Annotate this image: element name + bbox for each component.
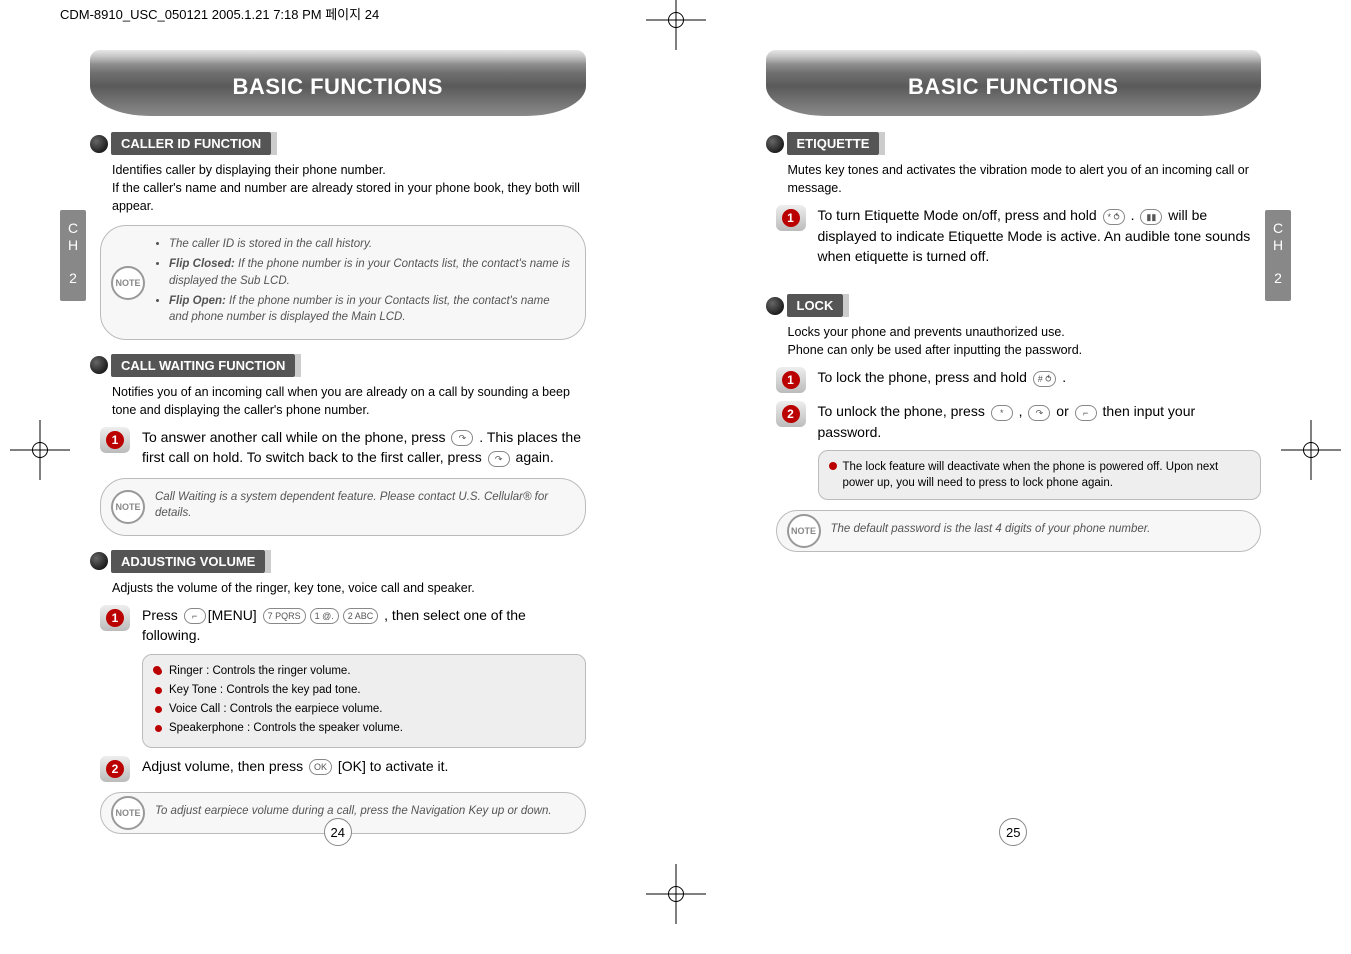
lock-step-2: 2 To unlock the phone, press * , ↷ or ⌐ … xyxy=(776,401,1262,442)
lock-info: The lock feature will deactivate when th… xyxy=(818,450,1262,500)
hash-key-icon: # ⥀ xyxy=(1033,371,1057,387)
volume-option: Ringer : Controls the ringer volume. xyxy=(169,663,573,679)
adjusting-volume-step-1: 1 Press ⌐[MENU] 7 PQRS1 @.2 ABC , then s… xyxy=(100,605,586,646)
chapter-tab-left: CH2 xyxy=(60,210,86,301)
volume-options: Ringer : Controls the ringer volume. Key… xyxy=(142,654,586,748)
key-2-icon: 2 ABC xyxy=(343,608,379,624)
send-key-icon: ↷ xyxy=(451,430,473,446)
step-badge-2: 2 xyxy=(776,401,806,427)
lock-body: Locks your phone and prevents unauthoriz… xyxy=(788,323,1262,359)
heading-adjusting-volume: ADJUSTING VOLUME xyxy=(111,550,265,573)
page-right: CH2 BASIC FUNCTIONS ETIQUETTE Mutes key … xyxy=(676,30,1351,850)
note-icon: NOTE xyxy=(111,796,145,830)
page-title-left: BASIC FUNCTIONS xyxy=(90,50,586,116)
vibrate-icon: ▮▮ xyxy=(1140,209,1162,225)
note-item: Flip Open: If the phone number is in you… xyxy=(169,293,571,325)
ok-key-icon: OK xyxy=(309,759,332,775)
print-header: CDM-8910_USC_050121 2005.1.21 7:18 PM 페이… xyxy=(60,0,379,27)
volume-option: Key Tone : Controls the key pad tone. xyxy=(169,682,573,698)
bullet-icon xyxy=(766,297,784,315)
volume-option: Speakerphone : Controls the speaker volu… xyxy=(169,720,573,736)
call-waiting-note: NOTE Call Waiting is a system dependent … xyxy=(100,478,586,536)
bullet-icon xyxy=(90,552,108,570)
section-caller-id: CALLER ID FUNCTION xyxy=(90,132,586,155)
section-lock: LOCK xyxy=(766,294,1262,317)
volume-option: Voice Call : Controls the earpiece volum… xyxy=(169,701,573,717)
heading-etiquette: ETIQUETTE xyxy=(787,132,880,155)
call-waiting-body: Notifies you of an incoming call when yo… xyxy=(112,383,586,419)
step-badge-1: 1 xyxy=(776,205,806,231)
lock-note: NOTE The default password is the last 4 … xyxy=(776,510,1262,552)
note-icon: NOTE xyxy=(111,266,145,300)
send-key-icon: ↷ xyxy=(1028,405,1050,421)
note-icon: NOTE xyxy=(787,514,821,548)
section-adjusting-volume: ADJUSTING VOLUME xyxy=(90,550,586,573)
chapter-tab-right: CH2 xyxy=(1265,210,1291,301)
soft-left-key-icon: ⌐ xyxy=(1075,405,1097,421)
key-1-icon: 1 @. xyxy=(310,608,339,624)
adjusting-volume-body: Adjusts the volume of the ringer, key to… xyxy=(112,579,586,597)
page-number-left: 24 xyxy=(324,818,352,846)
soft-left-key-icon: ⌐ xyxy=(184,608,206,624)
note-icon: NOTE xyxy=(111,490,145,524)
section-etiquette: ETIQUETTE xyxy=(766,132,1262,155)
bullet-icon xyxy=(90,356,108,374)
step-badge-1: 1 xyxy=(100,427,130,453)
page-left: CH2 BASIC FUNCTIONS CALLER ID FUNCTION I… xyxy=(0,30,676,850)
star-key-icon: * ⥀ xyxy=(1103,209,1125,225)
page-title-right: BASIC FUNCTIONS xyxy=(766,50,1262,116)
registration-mark-bottom xyxy=(646,864,706,924)
key-7-icon: 7 PQRS xyxy=(263,608,306,624)
page-spread: CH2 BASIC FUNCTIONS CALLER ID FUNCTION I… xyxy=(0,30,1351,850)
caller-id-note: NOTE The caller ID is stored in the call… xyxy=(100,225,586,339)
step-badge-1: 1 xyxy=(776,367,806,393)
adjusting-volume-step-2: 2 Adjust volume, then press OK [OK] to a… xyxy=(100,756,586,782)
call-waiting-step-1: 1 To answer another call while on the ph… xyxy=(100,427,586,468)
page-number-right: 25 xyxy=(999,818,1027,846)
etiquette-step-1: 1 To turn Etiquette Mode on/off, press a… xyxy=(776,205,1262,266)
bullet-icon xyxy=(90,135,108,153)
step-badge-1: 1 xyxy=(100,605,130,631)
bullet-icon xyxy=(766,135,784,153)
section-call-waiting: CALL WAITING FUNCTION xyxy=(90,354,586,377)
etiquette-body: Mutes key tones and activates the vibrat… xyxy=(788,161,1262,197)
star-key-icon: * xyxy=(991,405,1013,421)
heading-caller-id: CALLER ID FUNCTION xyxy=(111,132,271,155)
heading-lock: LOCK xyxy=(787,294,844,317)
heading-call-waiting: CALL WAITING FUNCTION xyxy=(111,354,295,377)
send-key-icon: ↷ xyxy=(488,451,510,467)
caller-id-body: Identifies caller by displaying their ph… xyxy=(112,161,586,215)
note-item: The caller ID is stored in the call hist… xyxy=(169,236,571,252)
step-badge-2: 2 xyxy=(100,756,130,782)
note-item: Flip Closed: If the phone number is in y… xyxy=(169,256,571,288)
lock-step-1: 1 To lock the phone, press and hold # ⥀ … xyxy=(776,367,1262,393)
